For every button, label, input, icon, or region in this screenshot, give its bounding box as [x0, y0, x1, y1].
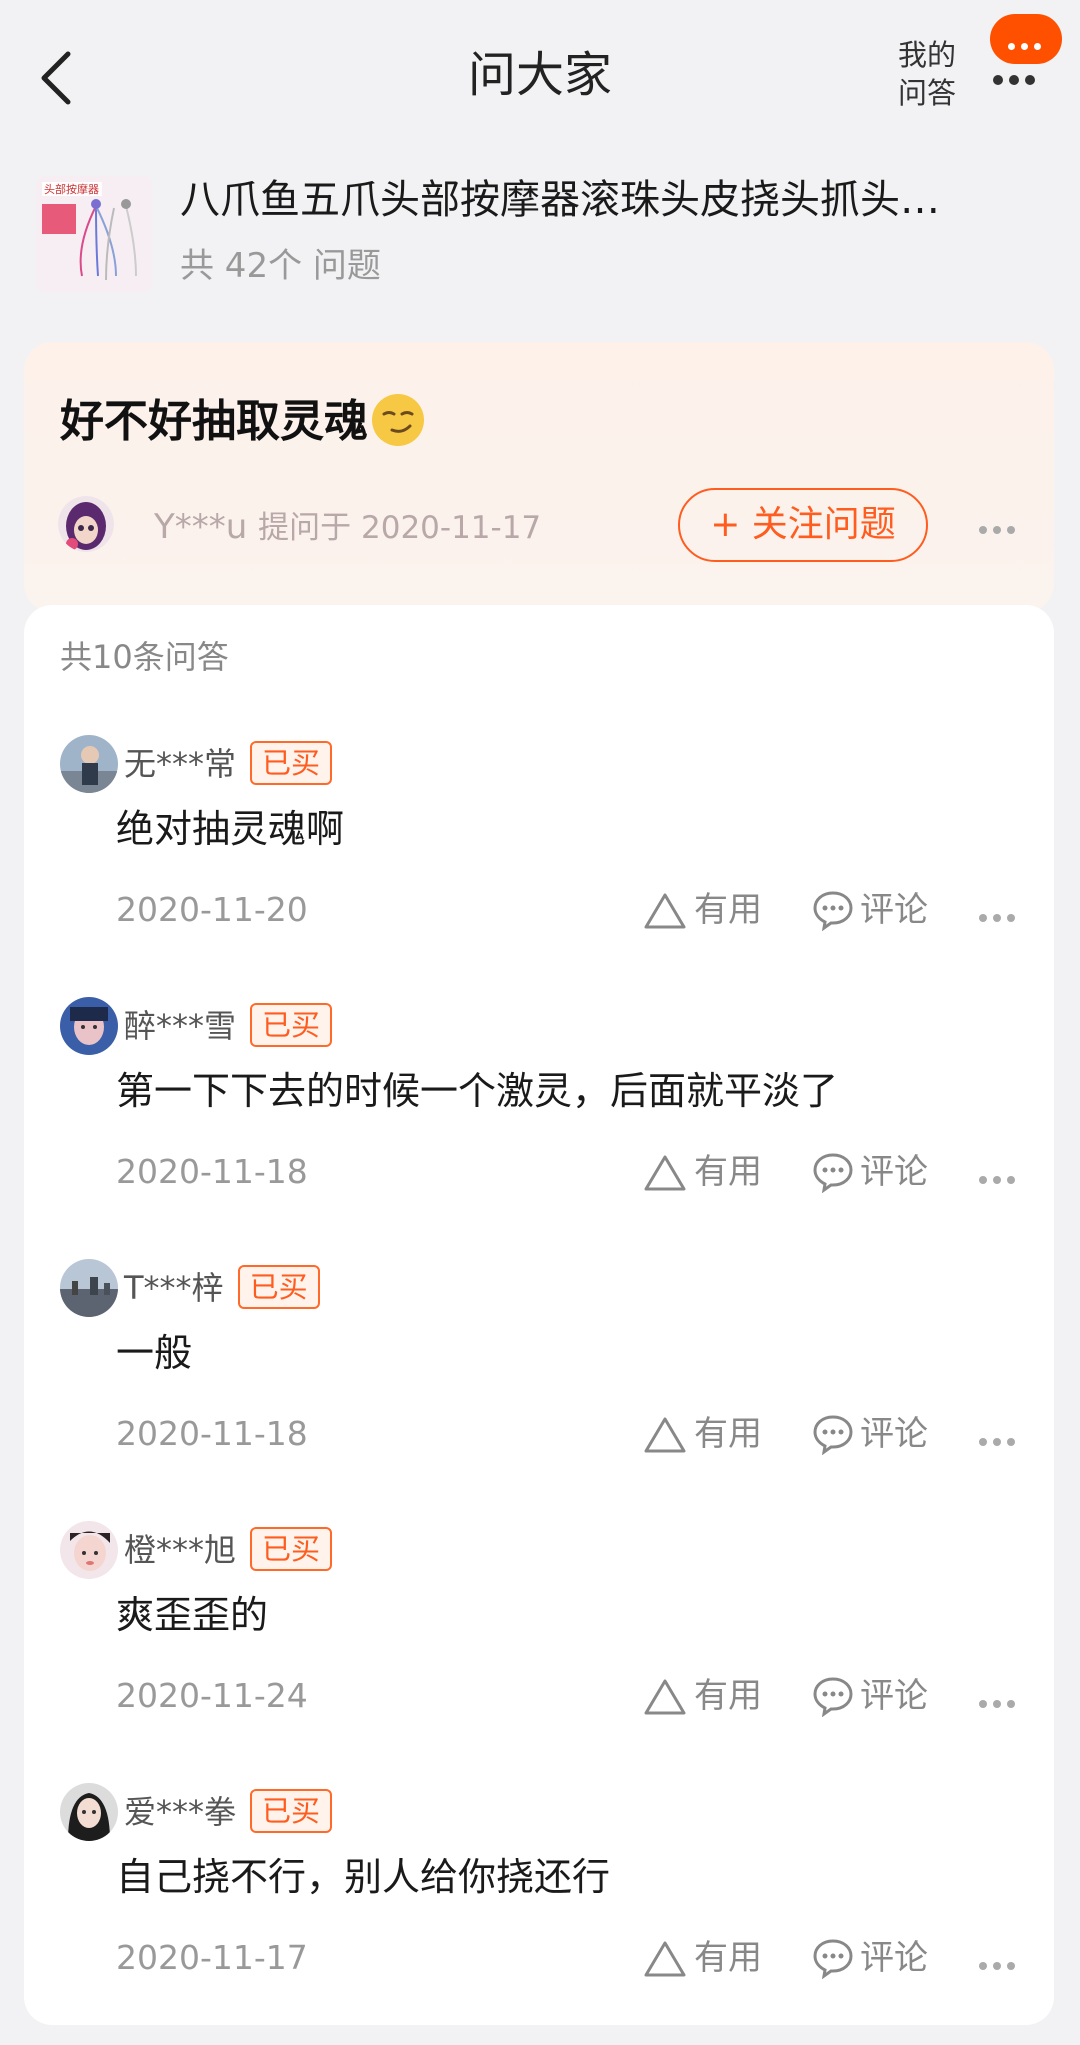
comment-bubble-icon	[813, 1939, 853, 1980]
asker-line: Y***u 提问于 2020-11-17	[154, 504, 541, 551]
useful-label: 有用	[694, 890, 762, 930]
comment-label: 评论	[860, 1152, 928, 1192]
answer-user-line: 橙***旭 已买	[124, 1527, 333, 1573]
triangle-useful-icon	[644, 893, 686, 929]
answer-more-icon[interactable]	[979, 907, 1021, 926]
useful-label: 有用	[694, 1152, 762, 1192]
answer-avatar[interactable]	[60, 735, 118, 793]
answer-username: 醉***雪	[124, 1007, 237, 1045]
answer-more-icon[interactable]	[979, 1955, 1021, 1974]
answer-date: 2020-11-18	[116, 1414, 308, 1453]
answers-list: 共10条问答 无***常 已买 绝对抽灵魂啊 2020-11-20 有用 评论 醉…	[24, 605, 1054, 2025]
product-summary[interactable]: 头部按摩器 八爪鱼五爪头部按摩器滚珠头皮挠头抓头… 共 42个 问题	[0, 172, 1080, 302]
useful-label: 有用	[694, 1414, 762, 1454]
answer-avatar[interactable]	[60, 1521, 118, 1579]
question-title: 好不好抽取灵魂	[60, 392, 424, 452]
question-card: 好不好抽取灵魂 Y***u 提问于 2020-11-17 + 关注问题	[24, 342, 1054, 612]
comment-label: 评论	[860, 890, 928, 930]
comment-button[interactable]: 评论	[812, 1671, 928, 1721]
answers-count: 共10条问答	[60, 638, 229, 676]
comment-label: 评论	[860, 1938, 928, 1978]
useful-label: 有用	[694, 1938, 762, 1978]
asker-name: Y***u	[154, 507, 248, 547]
useful-button[interactable]: 有用	[642, 1147, 762, 1197]
answer-item: 橙***旭 已买 爽歪歪的 2020-11-24 有用 评论	[24, 1521, 1054, 1783]
answer-date: 2020-11-24	[116, 1676, 308, 1715]
bought-badge: 已买	[250, 1003, 333, 1047]
answer-user-line: 无***常 已买	[124, 741, 333, 787]
answer-username: T***梓	[124, 1269, 224, 1307]
my-qa-label-line2: 问答	[897, 76, 956, 110]
comment-label: 评论	[860, 1414, 928, 1454]
answer-text: 自己挠不行，别人给你挠还行	[116, 1855, 611, 1899]
bought-badge: 已买	[237, 1265, 320, 1309]
triangle-useful-icon	[644, 1155, 686, 1191]
triangle-useful-icon	[644, 1941, 686, 1977]
answer-username: 无***常	[124, 745, 237, 783]
comment-bubble-icon	[813, 1677, 853, 1718]
comment-button[interactable]: 评论	[812, 1409, 928, 1459]
triangle-useful-icon	[644, 1679, 686, 1715]
smirk-emoji-icon	[372, 394, 424, 446]
answer-text: 一般	[116, 1331, 193, 1375]
top-nav-bar: 问大家 我的 问答	[0, 0, 1080, 155]
answer-item: 醉***雪 已买 第一下下去的时候一个激灵，后面就平淡了 2020-11-18 有…	[24, 997, 1054, 1259]
useful-button[interactable]: 有用	[642, 885, 762, 935]
bought-badge: 已买	[250, 1527, 333, 1571]
product-name: 八爪鱼五爪头部按摩器滚珠头皮挠头抓头…	[180, 177, 940, 223]
comment-bubble-icon	[813, 891, 853, 932]
answer-date: 2020-11-18	[116, 1152, 308, 1191]
comment-button[interactable]: 评论	[812, 1147, 928, 1197]
triangle-useful-icon	[644, 1417, 686, 1453]
answer-item: T***梓 已买 一般 2020-11-18 有用 评论	[24, 1259, 1054, 1521]
useful-label: 有用	[694, 1676, 762, 1716]
comment-bubble-icon	[813, 1415, 853, 1456]
answer-text: 绝对抽灵魂啊	[116, 807, 345, 851]
answer-text: 爽歪歪的	[116, 1593, 269, 1637]
asker-avatar[interactable]	[58, 496, 114, 552]
comment-label: 评论	[860, 1676, 928, 1716]
follow-question-button[interactable]: + 关注问题	[678, 488, 928, 562]
useful-button[interactable]: 有用	[642, 1409, 762, 1459]
answer-date: 2020-11-20	[116, 890, 308, 929]
useful-button[interactable]: 有用	[642, 1671, 762, 1721]
thumb-label: 头部按摩器	[44, 182, 99, 196]
question-text: 好不好抽取灵魂	[60, 396, 368, 447]
answer-date: 2020-11-17	[116, 1938, 308, 1977]
my-qa-button[interactable]: 我的 问答	[892, 36, 962, 112]
answer-text: 第一下下去的时候一个激灵，后面就平淡了	[116, 1069, 839, 1113]
bought-badge: 已买	[250, 741, 333, 785]
answer-item: 爱***拳 已买 自己挠不行，别人给你挠还行 2020-11-17 有用 评论	[24, 1783, 1054, 2045]
more-dots-icon[interactable]	[993, 70, 1041, 89]
question-more-icon[interactable]	[979, 519, 1021, 538]
comment-bubble-icon	[813, 1153, 853, 1194]
answer-user-line: 爱***拳 已买	[124, 1789, 333, 1835]
answer-more-icon[interactable]	[979, 1169, 1021, 1188]
answer-username: 爱***拳	[124, 1793, 237, 1831]
answer-item: 无***常 已买 绝对抽灵魂啊 2020-11-20 有用 评论	[24, 735, 1054, 997]
product-thumbnail: 头部按摩器	[36, 176, 152, 292]
answer-more-icon[interactable]	[979, 1431, 1021, 1450]
answer-avatar[interactable]	[60, 1259, 118, 1317]
answer-username: 橙***旭	[124, 1531, 237, 1569]
comment-button[interactable]: 评论	[812, 885, 928, 935]
chat-bubble-icon[interactable]	[990, 14, 1062, 64]
answer-more-icon[interactable]	[979, 1693, 1021, 1712]
answer-user-line: T***梓 已买	[124, 1265, 320, 1311]
asker-info: Y***u 提问于 2020-11-17	[58, 496, 541, 560]
comment-button[interactable]: 评论	[812, 1933, 928, 1983]
bought-badge: 已买	[250, 1789, 333, 1833]
useful-button[interactable]: 有用	[642, 1933, 762, 1983]
answer-user-line: 醉***雪 已买	[124, 1003, 333, 1049]
question-count: 共 42个 问题	[180, 246, 381, 286]
answer-avatar[interactable]	[60, 1783, 118, 1841]
my-qa-label-line1: 我的	[897, 38, 956, 72]
answer-avatar[interactable]	[60, 997, 118, 1055]
asked-date: 提问于 2020-11-17	[258, 510, 542, 546]
